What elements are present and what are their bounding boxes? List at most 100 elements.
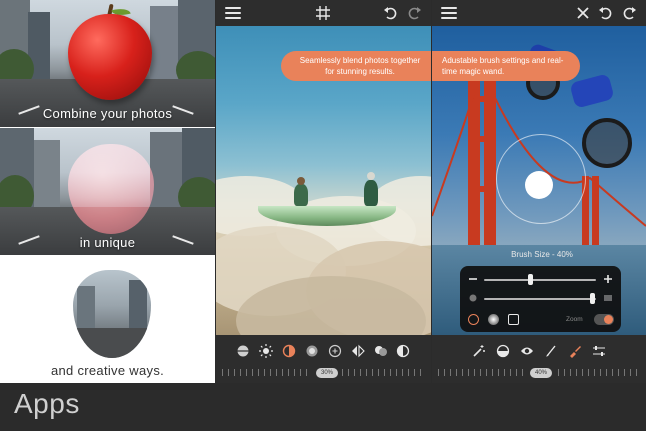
flip-icon[interactable] — [351, 344, 365, 358]
ruler-tick — [594, 369, 595, 376]
menu-icon[interactable] — [441, 7, 457, 19]
brush-size-slider-thumb[interactable] — [528, 274, 533, 285]
adjustment-ruler[interactable]: 30% — [220, 367, 427, 379]
ruler-tick — [480, 369, 481, 376]
ruler-tick — [486, 369, 487, 376]
brush-icon[interactable] — [544, 344, 558, 358]
ruler-tick — [378, 369, 379, 376]
ruler-tick — [510, 369, 511, 376]
ruler-tick — [420, 369, 421, 376]
ruler-tick — [222, 369, 223, 376]
ruler-tick — [276, 369, 277, 376]
saturation-icon[interactable] — [305, 344, 319, 358]
ruler-tick — [498, 369, 499, 376]
ruler-tick — [390, 369, 391, 376]
blend-icon[interactable] — [374, 344, 388, 358]
brush-size-label: Brush Size - 40% — [511, 250, 573, 259]
ruler-tick — [564, 369, 565, 376]
ruler-tick — [414, 369, 415, 376]
undo-icon[interactable] — [383, 5, 399, 21]
ruler-tick — [384, 369, 385, 376]
ruler-tick — [282, 369, 283, 376]
brush-hardness-slider-thumb[interactable] — [590, 293, 595, 304]
paint-brush-icon[interactable] — [568, 344, 582, 358]
ruler-tick — [492, 369, 493, 376]
redo-icon[interactable] — [406, 5, 422, 21]
brush-settings-panel: Zoom — [460, 266, 621, 332]
ruler-tick — [576, 369, 577, 376]
contrast-icon[interactable] — [282, 344, 296, 358]
ruler-tick — [246, 369, 247, 376]
ruler-tick — [270, 369, 271, 376]
tooltip-blend: Seamlessly blend photos together for stu… — [281, 51, 431, 81]
ruler-tick — [300, 369, 301, 376]
ruler-tick — [582, 369, 583, 376]
grid-icon[interactable] — [315, 5, 331, 21]
ruler-tick — [570, 369, 571, 376]
ruler-tick — [516, 369, 517, 376]
caption-combine: Combine your photos — [42, 106, 173, 121]
layer-icon[interactable] — [236, 344, 250, 358]
zoom-toggle[interactable] — [594, 314, 614, 325]
category-label: Apps — [14, 388, 80, 419]
ruler-tick — [228, 369, 229, 376]
ruler-tick — [474, 369, 475, 376]
invert-icon[interactable] — [396, 344, 410, 358]
tooltip-brush: Adustable brush settings and real-time m… — [432, 51, 580, 81]
ruler-tick — [402, 369, 403, 376]
caption-creative: and creative ways. — [50, 363, 165, 378]
person-paddling — [294, 184, 308, 206]
ruler-tick — [444, 369, 445, 376]
ruler-value-badge: 30% — [316, 368, 338, 378]
brush-feather-option[interactable] — [488, 314, 499, 325]
ruler-tick — [504, 369, 505, 376]
brush-square-option[interactable] — [508, 314, 519, 325]
ruler-tick — [294, 369, 295, 376]
brush-ruler[interactable]: 40% — [436, 367, 642, 379]
top-toolbar — [216, 0, 431, 26]
adjustment-toolbar: 30% — [216, 335, 431, 383]
redo-icon[interactable] — [621, 5, 637, 21]
ruler-tick — [636, 369, 637, 376]
hardness-low-icon — [469, 294, 477, 302]
eye-icon[interactable] — [520, 344, 534, 358]
brush-soft-option[interactable] — [468, 314, 479, 325]
ruler-tick — [288, 369, 289, 376]
zoom-label: Zoom — [566, 316, 583, 323]
ruler-tick — [360, 369, 361, 376]
ruler-tick — [372, 369, 373, 376]
ruler-tick — [258, 369, 259, 376]
close-icon[interactable] — [575, 5, 591, 21]
ruler-tick — [450, 369, 451, 376]
ruler-tick — [630, 369, 631, 376]
brush-size-slider[interactable] — [484, 279, 596, 281]
magic-wand-icon[interactable] — [472, 344, 486, 358]
brush-preview-dot[interactable] — [525, 171, 553, 199]
ruler-tick — [462, 369, 463, 376]
person-sitting — [364, 180, 378, 206]
ruler-tick — [624, 369, 625, 376]
ruler-tick — [354, 369, 355, 376]
ruler-tick — [342, 369, 343, 376]
promo-panel-combine: Combine your photos in unique and creati… — [0, 0, 215, 383]
top-toolbar — [432, 0, 646, 26]
ruler-tick — [588, 369, 589, 376]
ruler-tick — [468, 369, 469, 376]
brightness-icon[interactable] — [259, 344, 273, 358]
ruler-tick — [252, 369, 253, 376]
hardness-high-icon — [604, 295, 612, 301]
minus-icon[interactable] — [468, 274, 478, 284]
ruler-tick — [522, 369, 523, 376]
undo-icon[interactable] — [598, 5, 614, 21]
brush-hardness-slider[interactable] — [484, 298, 596, 300]
eraser-icon[interactable] — [496, 344, 510, 358]
ruler-tick — [306, 369, 307, 376]
exposure-icon[interactable] — [328, 344, 342, 358]
apple-shaped-cutout-image — [73, 270, 151, 358]
sliders-icon[interactable] — [592, 344, 606, 358]
ruler-tick — [558, 369, 559, 376]
plus-icon[interactable] — [603, 274, 613, 284]
caption-unique: in unique — [79, 235, 136, 250]
menu-icon[interactable] — [225, 7, 241, 19]
ruler-tick — [438, 369, 439, 376]
